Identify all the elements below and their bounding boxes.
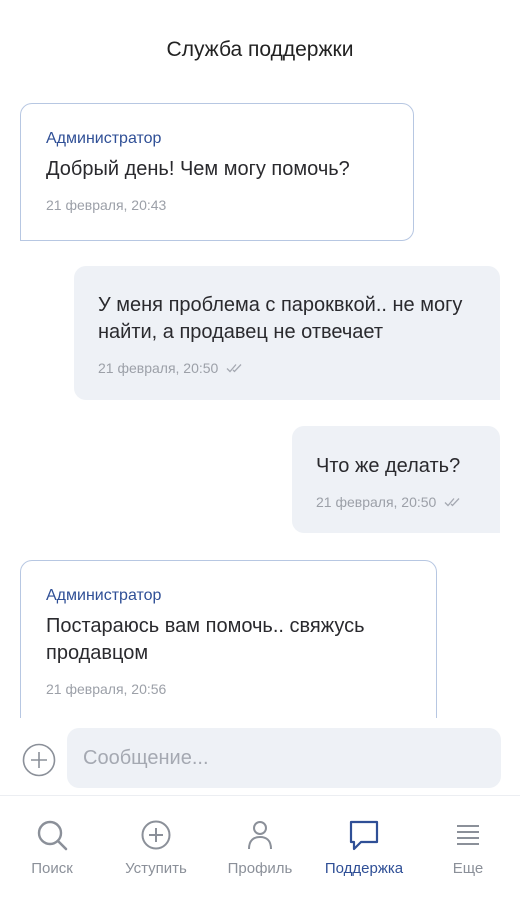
message-time: 21 февраля, 20:56 <box>46 681 167 697</box>
message-outgoing: У меня проблема с пароквкой.. не могу на… <box>74 266 500 400</box>
plus-circle-icon <box>141 820 171 850</box>
search-icon <box>37 820 68 851</box>
message-incoming: Администратор Постараюсь вам помочь.. св… <box>20 560 437 718</box>
tab-more[interactable]: Еще <box>416 796 520 900</box>
chat-area[interactable]: Администратор Добрый день! Чем могу помо… <box>0 90 520 718</box>
tab-label: Поиск <box>31 860 73 877</box>
message-meta: 21 февраля, 20:43 <box>46 197 389 213</box>
double-check-icon <box>226 364 242 373</box>
message-sender: Администратор <box>46 587 162 604</box>
message-composer <box>0 726 520 792</box>
bottom-nav: Поиск Уступить Профиль Поддержка Еще <box>0 796 520 900</box>
message-meta: 21 февраля, 20:56 <box>46 681 416 697</box>
double-check-icon <box>444 498 460 507</box>
message-incoming: Администратор Добрый день! Чем могу помо… <box>20 103 414 241</box>
tab-label: Профиль <box>227 860 293 877</box>
message-sender: Администратор <box>46 130 162 147</box>
tab-profile[interactable]: Профиль <box>208 796 312 900</box>
message-text: Что же делать? <box>316 455 461 477</box>
message-text: Постараюсь вам помочь.. свяжусь продавцо… <box>46 615 365 664</box>
message-text: У меня проблема с пароквкой.. не могу на… <box>98 294 463 343</box>
chat-bubble-icon <box>349 820 379 851</box>
message-text: Добрый день! Чем могу помочь? <box>46 158 350 180</box>
tab-support[interactable]: Поддержка <box>312 796 416 900</box>
person-icon <box>248 821 272 850</box>
message-meta: 21 февраля, 20:50 <box>98 360 480 376</box>
menu-icon <box>457 825 479 845</box>
message-outgoing: Что же делать? 21 февраля, 20:50 <box>292 426 500 533</box>
tab-label: Уступить <box>125 860 187 877</box>
tab-give-away[interactable]: Уступить <box>104 796 208 900</box>
message-meta: 21 февраля, 20:50 <box>316 494 480 510</box>
page-title: Служба поддержки <box>166 38 354 61</box>
message-time: 21 февраля, 20:50 <box>316 494 437 510</box>
message-input[interactable] <box>67 728 501 788</box>
message-time: 21 февраля, 20:50 <box>98 360 219 376</box>
tab-label: Поддержка <box>324 860 404 877</box>
tab-search[interactable]: Поиск <box>0 796 104 900</box>
message-time: 21 февраля, 20:43 <box>46 197 167 213</box>
add-attachment-button[interactable] <box>22 743 56 777</box>
tab-label: Еще <box>452 860 484 877</box>
